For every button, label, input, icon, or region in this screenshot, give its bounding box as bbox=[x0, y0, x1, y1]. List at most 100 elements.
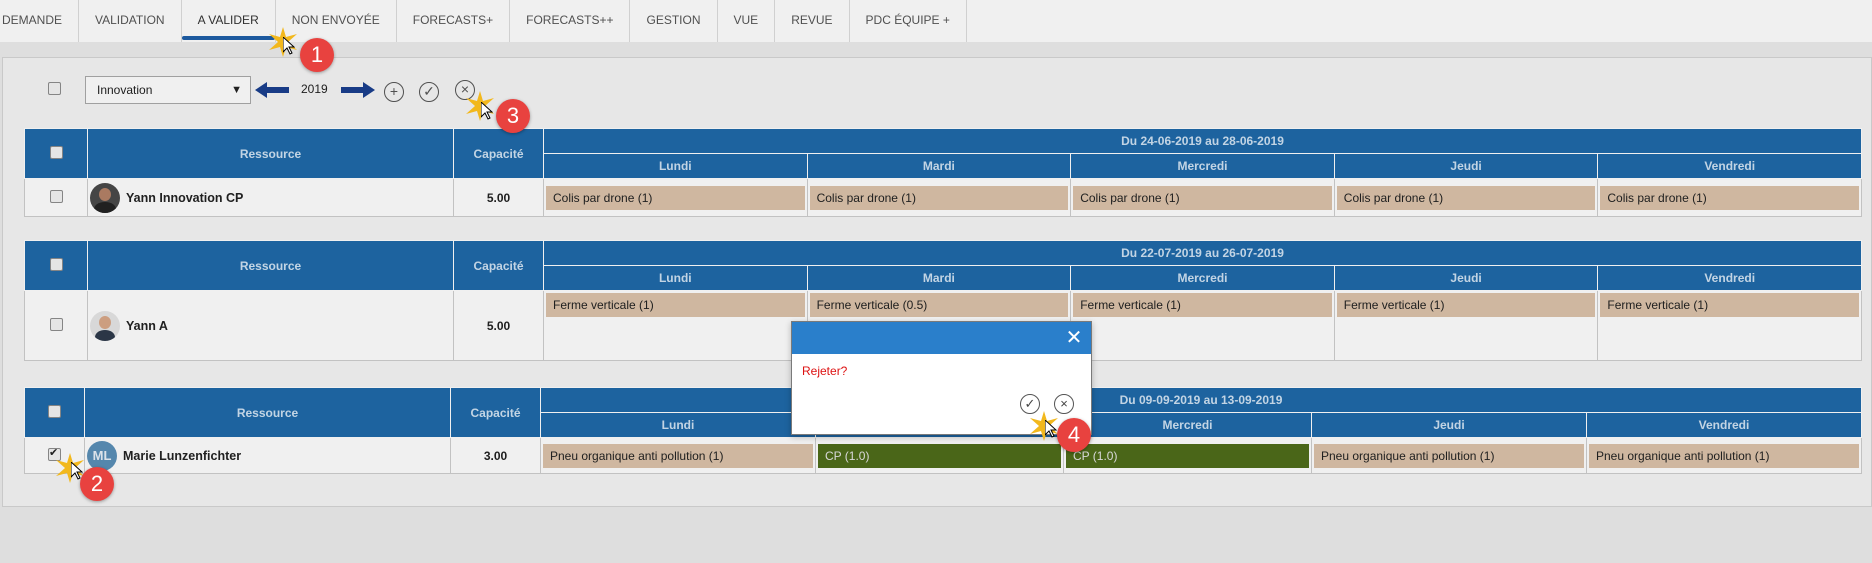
tab-forecasts-plus[interactable]: FORECASTS+ bbox=[397, 0, 511, 42]
day-cell: Ferme verticale (1) bbox=[1070, 290, 1335, 361]
header-capacite: Capacité bbox=[453, 240, 544, 291]
period-header: Du 24-06-2019 au 28-06-2019 bbox=[543, 128, 1862, 154]
day-cell: Ferme verticale (1) bbox=[543, 290, 808, 361]
day-cell: Colis par drone (1) bbox=[1070, 178, 1335, 217]
year-value: 2019 bbox=[301, 82, 328, 96]
planning-block-1: Ressource Capacité Du 24-06-2019 au 28-0… bbox=[24, 128, 1862, 217]
day-cell: Ferme verticale (1) bbox=[1333, 290, 1599, 361]
task-chip[interactable]: Pneu organique anti pollution (1) bbox=[1589, 443, 1859, 468]
capacity-value: 5.00 bbox=[453, 290, 544, 361]
step-marker-1: 1 bbox=[300, 38, 334, 72]
day-header: Lundi bbox=[543, 265, 808, 291]
day-cell: Colis par drone (1) bbox=[1597, 178, 1862, 217]
cursor-arrow-icon bbox=[283, 37, 295, 55]
period-header: Du 09-09-2019 au 13-09-2019 bbox=[540, 387, 1862, 413]
dialog-message: Rejeter? bbox=[802, 364, 848, 378]
row-check-cell bbox=[24, 290, 88, 361]
select-all-checkbox[interactable] bbox=[48, 82, 61, 95]
capacity-value: 5.00 bbox=[453, 178, 544, 217]
step-marker-2: 2 bbox=[80, 467, 114, 501]
task-chip[interactable]: Ferme verticale (1) bbox=[1600, 293, 1859, 317]
header-capacite: Capacité bbox=[450, 387, 541, 438]
task-chip[interactable]: Ferme verticale (1) bbox=[1073, 293, 1332, 317]
day-cell: Pneu organique anti pollution (1) bbox=[540, 437, 816, 474]
row-checkbox[interactable] bbox=[49, 189, 63, 203]
row-check-cell bbox=[24, 178, 88, 217]
tab-pdc-equipe[interactable]: PDC ÉQUIPE + bbox=[850, 0, 967, 42]
tab-gestion[interactable]: GESTION bbox=[630, 0, 718, 42]
cursor-arrow-icon bbox=[1045, 420, 1057, 438]
project-select[interactable]: Innovation ▼ bbox=[85, 76, 251, 104]
dialog-header: ✕ bbox=[792, 322, 1091, 354]
period-header: Du 22-07-2019 au 26-07-2019 bbox=[543, 240, 1862, 266]
task-chip[interactable]: Ferme verticale (1) bbox=[1336, 293, 1596, 317]
tab-revue[interactable]: REVUE bbox=[775, 0, 850, 42]
toolbar: Innovation ▼ 2019 + ✓ × bbox=[3, 58, 1871, 113]
day-header: Jeudi bbox=[1333, 265, 1599, 291]
step-marker-3: 3 bbox=[496, 99, 530, 133]
block-select-checkbox[interactable] bbox=[49, 257, 63, 271]
day-header: Mercredi bbox=[1070, 153, 1335, 179]
arrow-left-icon[interactable] bbox=[255, 81, 289, 99]
header-capacite: Capacité bbox=[453, 128, 544, 179]
step-marker-4: 4 bbox=[1057, 418, 1091, 452]
tab-a-valider[interactable]: A VALIDER bbox=[181, 0, 276, 42]
project-select-value: Innovation bbox=[97, 83, 153, 97]
tab-demande[interactable]: DEMANDE bbox=[0, 0, 80, 42]
day-header: Lundi bbox=[540, 412, 816, 438]
cursor-arrow-icon bbox=[481, 102, 493, 120]
chevron-down-icon: ▼ bbox=[231, 84, 242, 96]
day-header: Mardi bbox=[806, 153, 1072, 179]
tab-vue[interactable]: VUE bbox=[718, 0, 776, 42]
block-select-checkbox[interactable] bbox=[48, 404, 61, 418]
task-chip[interactable]: Ferme verticale (1) bbox=[546, 293, 805, 317]
resource-name: Marie Lunzenfichter bbox=[123, 448, 242, 463]
day-cell: Pneu organique anti pollution (1) bbox=[1311, 437, 1587, 474]
day-header: Jeudi bbox=[1311, 412, 1587, 438]
task-chip-cp[interactable]: CP (1.0) bbox=[818, 443, 1061, 468]
validation-panel: Innovation ▼ 2019 + ✓ × Ressource Capaci… bbox=[2, 57, 1872, 507]
close-icon[interactable]: ✕ bbox=[1063, 327, 1085, 349]
resource-cell: Yann Innovation CP bbox=[87, 178, 454, 217]
resource-cell: ML Marie Lunzenfichter bbox=[84, 437, 451, 474]
task-chip[interactable]: Pneu organique anti pollution (1) bbox=[1314, 443, 1584, 468]
day-header: Vendredi bbox=[1597, 265, 1862, 291]
day-cell: Colis par drone (1) bbox=[1333, 178, 1599, 217]
header-ressource: Ressource bbox=[84, 387, 451, 438]
task-chip[interactable]: Colis par drone (1) bbox=[546, 185, 805, 210]
block-select-checkbox[interactable] bbox=[49, 145, 63, 159]
day-header: Mardi bbox=[806, 265, 1072, 291]
task-chip[interactable]: Pneu organique anti pollution (1) bbox=[543, 443, 813, 468]
day-header: Mercredi bbox=[1070, 265, 1335, 291]
tab-validation[interactable]: VALIDATION bbox=[79, 0, 182, 42]
header-check-cell bbox=[24, 387, 85, 438]
day-cell: Colis par drone (1) bbox=[543, 178, 808, 217]
task-chip[interactable]: Colis par drone (1) bbox=[1336, 185, 1596, 210]
avatar: ML bbox=[87, 440, 117, 471]
day-header: Lundi bbox=[543, 153, 808, 179]
resource-name: Yann A bbox=[126, 318, 168, 333]
task-chip-cp[interactable]: CP (1.0) bbox=[1066, 443, 1309, 468]
day-cell: CP (1.0) bbox=[815, 437, 1064, 474]
day-header: Mercredi bbox=[1063, 412, 1312, 438]
day-header: Jeudi bbox=[1333, 153, 1599, 179]
task-chip[interactable]: Colis par drone (1) bbox=[1600, 185, 1859, 210]
avatar bbox=[90, 310, 120, 341]
task-chip[interactable]: Ferme verticale (0.5) bbox=[809, 293, 1069, 317]
arrow-right-icon[interactable] bbox=[341, 81, 375, 99]
capacity-value: 3.00 bbox=[450, 437, 541, 474]
header-check-cell bbox=[24, 240, 88, 291]
check-circle-icon[interactable]: ✓ bbox=[419, 82, 439, 102]
day-header: Vendredi bbox=[1586, 412, 1862, 438]
day-cell: CP (1.0) bbox=[1063, 437, 1312, 474]
tab-forecasts-plus-plus[interactable]: FORECASTS++ bbox=[510, 0, 631, 42]
row-checkbox[interactable] bbox=[49, 317, 63, 331]
task-chip[interactable]: Colis par drone (1) bbox=[809, 185, 1069, 210]
header-ressource: Ressource bbox=[87, 128, 454, 179]
resource-name: Yann Innovation CP bbox=[126, 190, 244, 205]
add-circle-icon[interactable]: + bbox=[384, 82, 404, 102]
day-cell: Pneu organique anti pollution (1) bbox=[1586, 437, 1862, 474]
day-cell: Ferme verticale (1) bbox=[1597, 290, 1862, 361]
task-chip[interactable]: Colis par drone (1) bbox=[1073, 185, 1332, 210]
header-ressource: Ressource bbox=[87, 240, 454, 291]
